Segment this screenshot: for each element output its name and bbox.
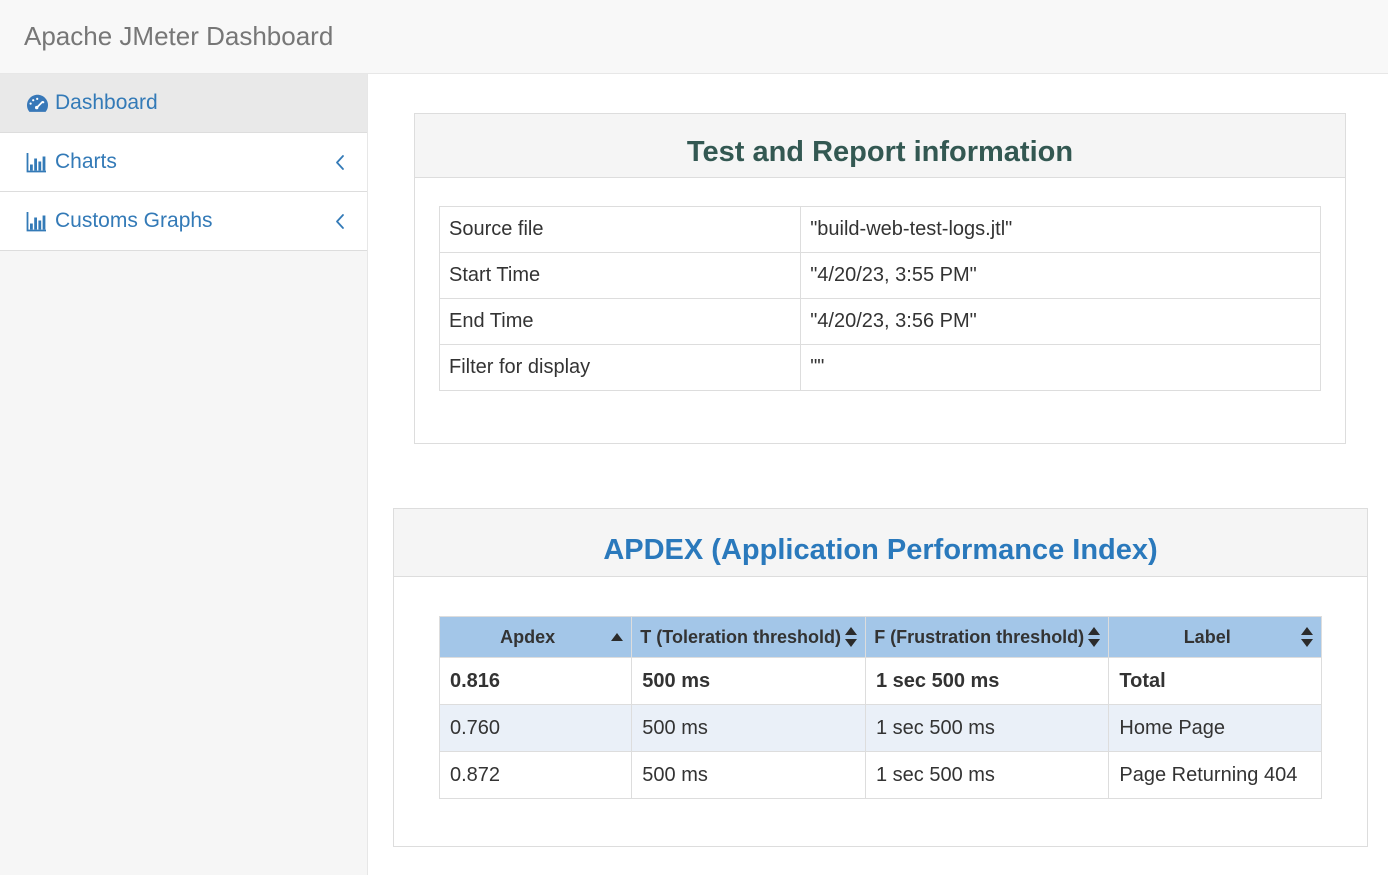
apdex-panel-heading: APDEX (Application Performance Index): [394, 509, 1367, 577]
sidebar-item-label: Customs Graphs: [55, 209, 213, 233]
sidebar: Dashboard Charts: [0, 74, 368, 875]
gauge-icon: [26, 94, 50, 112]
toleration-value: 500 ms: [632, 752, 866, 799]
chevron-left-icon: [334, 213, 345, 230]
table-row: Filter for display "": [440, 345, 1321, 391]
sort-icon: [1088, 627, 1100, 647]
apdex-panel-body: Apdex T (Toleration threshold) F (Frustr…: [394, 577, 1367, 846]
sort-icon: [1301, 627, 1313, 647]
info-label: Filter for display: [440, 345, 801, 391]
sidebar-item-dashboard[interactable]: Dashboard: [0, 74, 367, 133]
sidebar-item-customs-graphs[interactable]: Customs Graphs: [0, 192, 367, 251]
page: Apache JMeter Dashboard Dashboard: [0, 0, 1388, 875]
toleration-value: 500 ms: [632, 658, 866, 705]
bar-chart-icon: [26, 152, 50, 173]
info-label: Source file: [440, 207, 801, 253]
sidebar-item-charts[interactable]: Charts: [0, 133, 367, 192]
sort-icon: [845, 627, 857, 647]
apdex-panel: APDEX (Application Performance Index) Ap…: [393, 508, 1368, 847]
frustration-value: 1 sec 500 ms: [865, 752, 1108, 799]
chevron-left-icon: [334, 154, 345, 171]
label-value: Total: [1109, 658, 1322, 705]
main-content: Test and Report information Source file …: [369, 113, 1388, 847]
info-label: End Time: [440, 299, 801, 345]
table-row: End Time "4/20/23, 3:56 PM": [440, 299, 1321, 345]
label-value: Home Page: [1109, 705, 1322, 752]
apdex-row-total: 0.816 500 ms 1 sec 500 ms Total: [440, 658, 1322, 705]
sidebar-item-label: Charts: [55, 150, 117, 174]
column-header-frustration[interactable]: F (Frustration threshold): [865, 617, 1108, 658]
info-value: "build-web-test-logs.jtl": [801, 207, 1321, 253]
apdex-panel-title: APDEX (Application Performance Index): [409, 534, 1352, 567]
apdex-value: 0.760: [440, 705, 632, 752]
apdex-value: 0.816: [440, 658, 632, 705]
info-value: "4/20/23, 3:55 PM": [801, 253, 1321, 299]
apdex-value: 0.872: [440, 752, 632, 799]
apdex-row: 0.872 500 ms 1 sec 500 ms Page Returning…: [440, 752, 1322, 799]
column-header-apdex[interactable]: Apdex: [440, 617, 632, 658]
frustration-value: 1 sec 500 ms: [865, 705, 1108, 752]
test-info-panel-heading: Test and Report information: [415, 114, 1345, 178]
test-info-panel: Test and Report information Source file …: [414, 113, 1346, 444]
table-row: Source file "build-web-test-logs.jtl": [440, 207, 1321, 253]
info-label: Start Time: [440, 253, 801, 299]
sidebar-item-label: Dashboard: [55, 91, 158, 115]
apdex-row: 0.760 500 ms 1 sec 500 ms Home Page: [440, 705, 1322, 752]
test-info-panel-body: Source file "build-web-test-logs.jtl" St…: [415, 178, 1345, 443]
test-info-panel-title: Test and Report information: [430, 136, 1330, 169]
sort-asc-icon: [611, 633, 623, 641]
top-navbar: Apache JMeter Dashboard: [0, 0, 1388, 74]
bar-chart-icon: [26, 211, 50, 232]
test-info-table: Source file "build-web-test-logs.jtl" St…: [439, 206, 1321, 391]
column-header-toleration[interactable]: T (Toleration threshold): [632, 617, 866, 658]
label-value: Page Returning 404: [1109, 752, 1322, 799]
apdex-table: Apdex T (Toleration threshold) F (Frustr…: [439, 616, 1322, 799]
toleration-value: 500 ms: [632, 705, 866, 752]
table-row: Start Time "4/20/23, 3:55 PM": [440, 253, 1321, 299]
app-title: Apache JMeter Dashboard: [24, 21, 333, 52]
frustration-value: 1 sec 500 ms: [865, 658, 1108, 705]
apdex-header-row: Apdex T (Toleration threshold) F (Frustr…: [440, 617, 1322, 658]
info-value: "4/20/23, 3:56 PM": [801, 299, 1321, 345]
info-value: "": [801, 345, 1321, 391]
column-header-label[interactable]: Label: [1109, 617, 1322, 658]
